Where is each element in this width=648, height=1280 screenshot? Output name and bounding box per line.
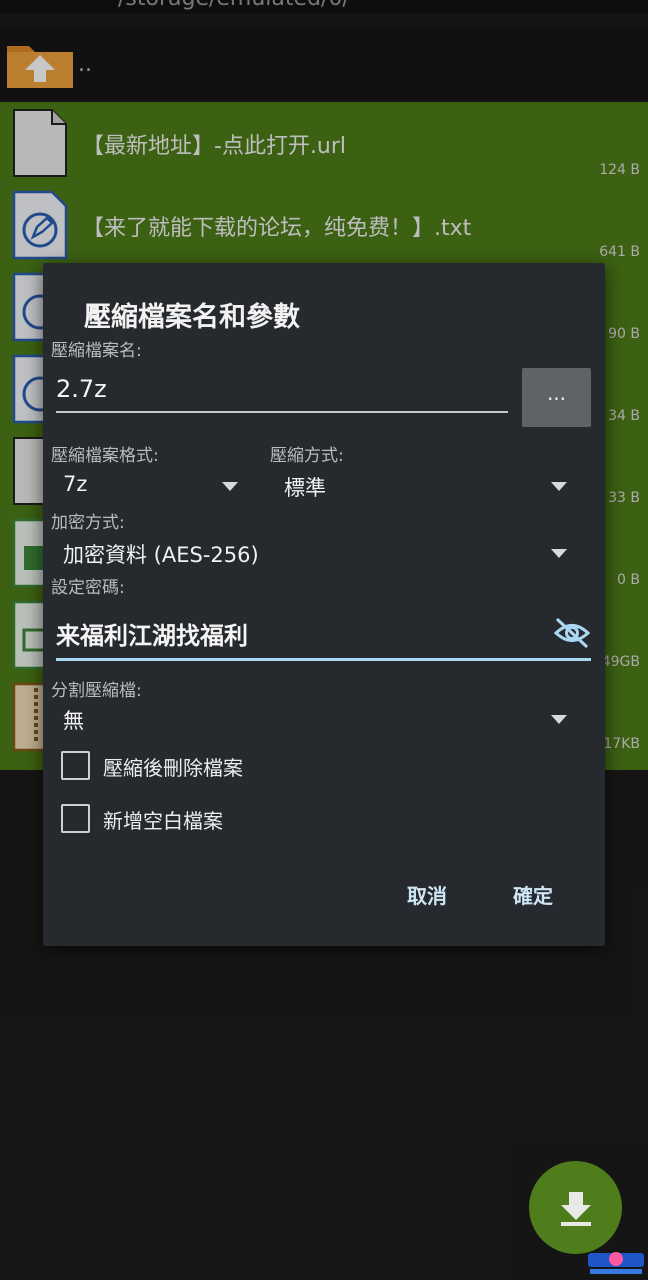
dropdown-arrow-icon [551, 482, 567, 491]
password-label: 設定密碼: [51, 578, 125, 598]
archive-name-label: 壓縮檔案名: [51, 341, 142, 361]
new-empty-file-label[interactable]: 新增空白檔案 [103, 805, 223, 834]
delete-after-checkbox[interactable] [61, 751, 90, 780]
dropdown-arrow-icon [551, 715, 567, 724]
format-value: 7z [63, 472, 88, 496]
method-label: 壓縮方式: [270, 446, 344, 466]
download-fab[interactable] [529, 1161, 622, 1254]
split-select[interactable]: 無 [56, 701, 567, 737]
method-value: 標準 [284, 476, 326, 500]
ok-button[interactable]: 確定 [513, 880, 553, 909]
archive-name-value: 2.7z [56, 375, 107, 403]
method-select[interactable]: 標準 [277, 468, 567, 504]
new-empty-file-checkbox[interactable] [61, 804, 90, 833]
format-select[interactable]: 7z [56, 468, 238, 504]
cancel-button[interactable]: 取消 [407, 880, 447, 909]
split-label: 分割壓縮檔: [51, 681, 142, 701]
browse-button[interactable]: ... [522, 368, 591, 427]
compress-dialog: 壓縮檔案名和參數 壓縮檔案名: 2.7z ... 壓縮檔案格式: 壓縮方式: 7… [43, 263, 605, 946]
dialog-title: 壓縮檔案名和參數 [84, 302, 300, 333]
encryption-select[interactable]: 加密資料 (AES-256) [56, 535, 567, 571]
format-label: 壓縮檔案格式: [51, 446, 159, 466]
dropdown-arrow-icon [222, 482, 238, 491]
watermark-logo-icon [588, 1252, 644, 1274]
encryption-value: 加密資料 (AES-256) [63, 543, 259, 567]
eye-off-icon[interactable] [553, 616, 591, 650]
encryption-label: 加密方式: [51, 513, 125, 533]
split-value: 無 [63, 709, 84, 733]
delete-after-label[interactable]: 壓縮後刪除檔案 [103, 752, 243, 781]
dropdown-arrow-icon [551, 549, 567, 558]
archive-name-input[interactable]: 2.7z [56, 375, 508, 413]
download-icon [561, 1192, 591, 1226]
password-value: 来福利江湖找福利 [56, 622, 248, 650]
password-input[interactable]: 来福利江湖找福利 [56, 606, 591, 661]
